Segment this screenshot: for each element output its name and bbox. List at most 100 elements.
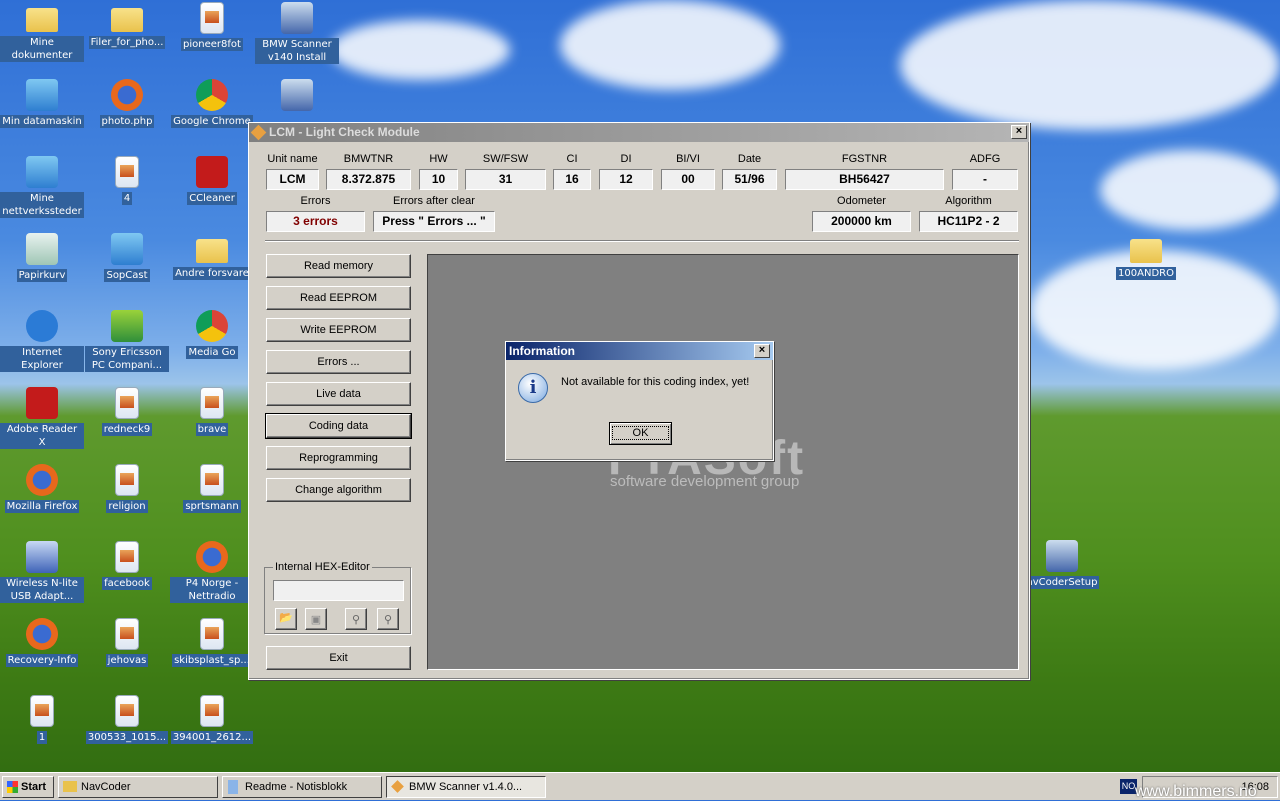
exit-button[interactable]: Exit [266, 646, 411, 670]
close-button[interactable]: × [1011, 125, 1027, 139]
desktop-icon-label: 1 [36, 731, 48, 744]
app-icon [391, 780, 404, 793]
desktop-icon[interactable]: photo.php [85, 79, 169, 128]
desktop-icon[interactable]: Min datamaskin [0, 79, 84, 128]
folder-icon [63, 781, 77, 792]
desktop-icon[interactable]: Andre forsvare [170, 233, 254, 280]
red-icon [196, 156, 228, 188]
desktop-icon-label: skibsplast_sp... [172, 654, 252, 667]
taskbar-item-navcoder[interactable]: NavCoder [58, 776, 218, 798]
field-value: 8.372.875 [326, 169, 411, 190]
desktop-icon[interactable]: 100ANDRO [1104, 233, 1188, 280]
field-value: 12 [599, 169, 653, 190]
desktop-icon[interactable]: CCleaner [170, 156, 254, 205]
desktop-icon[interactable]: jehovas [85, 618, 169, 667]
ok-button[interactable]: OK [609, 422, 672, 445]
taskbar-item-notepad[interactable]: Readme - Notisblokk [222, 776, 382, 798]
logo-bottom: software development group [610, 473, 800, 490]
desktop-icon[interactable]: sprtsmann [170, 464, 254, 513]
desktop-icon[interactable]: Recovery-Info [0, 618, 84, 667]
hex-editor-input[interactable] [273, 580, 404, 601]
desktop-icon-label: Google Chrome [171, 115, 253, 128]
save-file-button[interactable]: ▣ [305, 608, 327, 630]
open-file-button[interactable]: 📂 [275, 608, 297, 630]
desktop-icon[interactable]: P4 Norge - Nettradio [170, 541, 254, 603]
desktop-icon-label: 100ANDRO [1116, 267, 1176, 280]
errors-button[interactable]: Errors ... [266, 350, 411, 374]
desktop-icon-label: avCoderSetup [1024, 576, 1100, 589]
find-next-button[interactable]: ⚲ [377, 608, 399, 630]
taskbar-label: BMW Scanner v1.4.0... [409, 781, 523, 793]
setup-icon [1046, 540, 1078, 572]
read-eeprom-button[interactable]: Read EEPROM [266, 286, 411, 310]
desktop-icon[interactable]: BMW Scanner v140 Install [255, 2, 339, 64]
field-label: SW/FSW [482, 153, 529, 165]
desktop-icon[interactable]: skibsplast_sp... [170, 618, 254, 667]
desktop-icon[interactable]: Papirkurv [0, 233, 84, 282]
desktop-icon-label: CCleaner [187, 192, 237, 205]
desktop-icon[interactable]: Sony Ericsson PC Compani... [85, 310, 169, 372]
display-panel: FTASoft software development group [427, 254, 1019, 670]
chrome-icon [196, 310, 228, 342]
file-icon [200, 464, 224, 496]
field-value: - [952, 169, 1018, 190]
find-button[interactable]: ⚲ [345, 608, 367, 630]
reprogramming-button[interactable]: Reprogramming [266, 446, 411, 470]
title-bar[interactable]: LCM - Light Check Module × [249, 123, 1029, 142]
z-icon [26, 541, 58, 573]
write-eeprom-button[interactable]: Write EEPROM [266, 318, 411, 342]
dialog-close-button[interactable]: × [754, 344, 770, 358]
pc-icon [111, 233, 143, 265]
desktop-icon[interactable] [255, 79, 339, 115]
read-memory-button[interactable]: Read memory [266, 254, 411, 278]
desktop-icon[interactable]: 394001_2612... [170, 695, 254, 744]
desktop-icon[interactable]: SopCast [85, 233, 169, 282]
desktop-icon[interactable]: Mine nettverkssteder [0, 156, 84, 218]
pc-icon [26, 156, 58, 188]
desktop-icon[interactable]: avCoderSetup [1020, 540, 1104, 589]
ie-icon [26, 310, 58, 342]
desktop-icon[interactable]: Wireless N-lite USB Adapt... [0, 541, 84, 603]
desktop-icon-label: Internet Explorer [0, 346, 84, 372]
desktop-icon-label: religion [106, 500, 148, 513]
field-label: BMWTNR [343, 153, 394, 165]
folder-icon [1130, 239, 1162, 263]
field-value: 00 [661, 169, 715, 190]
desktop-icon[interactable]: pioneer8fot [170, 2, 254, 51]
coding-data-button[interactable]: Coding data [265, 413, 412, 439]
desktop-icon[interactable]: 300533_1015... [85, 695, 169, 744]
desktop-icon[interactable]: Internet Explorer [0, 310, 84, 372]
taskbar: Start NavCoder Readme - Notisblokk BMW S… [0, 772, 1280, 800]
desktop-icon[interactable]: brave [170, 387, 254, 436]
desktop-icon[interactable]: Adobe Reader X [0, 387, 84, 449]
live-data-button[interactable]: Live data [266, 382, 411, 406]
desktop-icon[interactable]: redneck9 [85, 387, 169, 436]
field-label: Errors after clear [393, 195, 475, 207]
taskbar-item-bmw-scanner[interactable]: BMW Scanner v1.4.0... [386, 776, 546, 798]
dialog-title-bar[interactable]: Information × [506, 342, 773, 360]
field-label: Unit name [267, 153, 318, 165]
desktop-icon[interactable]: Google Chrome [170, 79, 254, 128]
watermark: www.bimmers.no [1135, 783, 1257, 800]
dialog-title: Information [509, 344, 575, 358]
window-title: LCM - Light Check Module [269, 125, 420, 139]
desktop-icon-label: Sony Ericsson PC Compani... [85, 346, 169, 372]
desktop-icon[interactable]: religion [85, 464, 169, 513]
desktop-icon[interactable]: facebook [85, 541, 169, 590]
desktop-icon-label: P4 Norge - Nettradio [170, 577, 254, 603]
field-value: 3 errors [266, 211, 365, 232]
file-icon [200, 695, 224, 727]
desktop-icon[interactable]: Media Go [170, 310, 254, 359]
green-icon [111, 310, 143, 342]
desktop-icon-label: Min datamaskin [0, 115, 84, 128]
desktop-icon[interactable]: Mozilla Firefox [0, 464, 84, 513]
start-button[interactable]: Start [2, 776, 54, 798]
desktop-icon[interactable]: 4 [85, 156, 169, 205]
file-icon [115, 695, 139, 727]
desktop-icon[interactable]: 1 [0, 695, 84, 744]
setup-icon [281, 79, 313, 111]
desktop-icon[interactable]: Filer_for_pho... [85, 2, 169, 49]
desktop-icon-label: 4 [121, 192, 133, 205]
change-algorithm-button[interactable]: Change algorithm [266, 478, 411, 502]
desktop-icon[interactable]: Mine dokumenter [0, 2, 84, 62]
